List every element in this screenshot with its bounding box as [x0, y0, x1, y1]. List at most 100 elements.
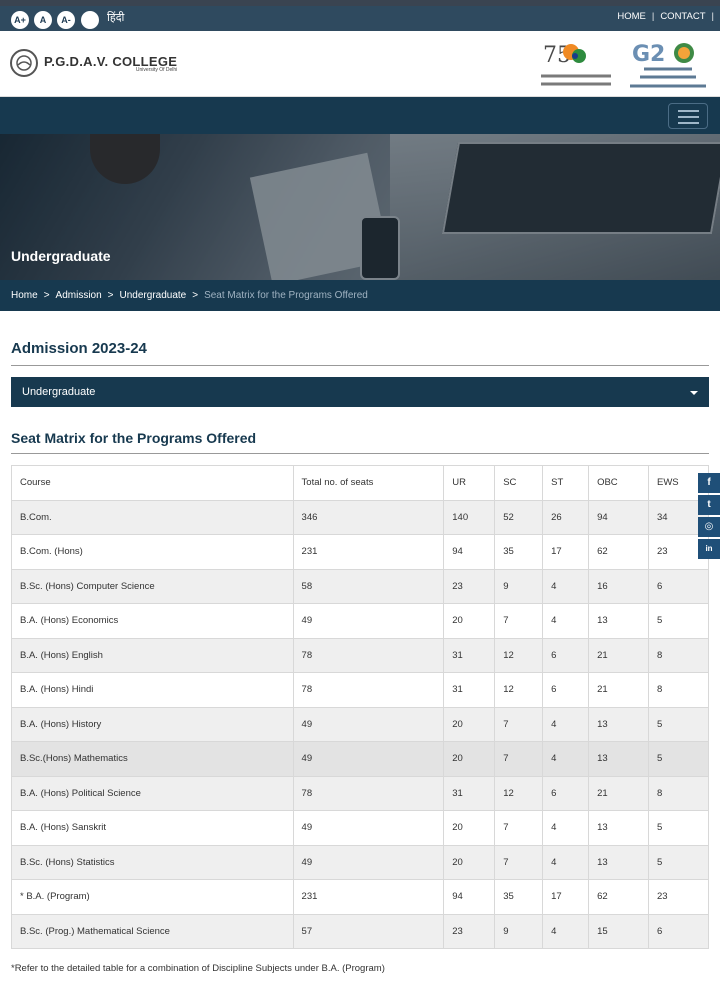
font-increase-button[interactable]: A+	[11, 11, 29, 29]
table-cell: 58	[292, 568, 445, 604]
table-cell: 12	[494, 775, 544, 811]
table-cell: 78	[292, 775, 445, 811]
twitter-button[interactable]: t	[698, 495, 720, 515]
table-cell: 49	[292, 706, 445, 742]
table-cell: 8	[648, 672, 709, 708]
page-banner: Undergraduate	[0, 134, 720, 280]
table-cell: 15	[588, 913, 649, 949]
table-row: B.Sc. (Prog.) Mathematical Science 57 23 9 4…	[11, 913, 709, 949]
table-cell: 4	[542, 844, 590, 880]
language-toggle[interactable]: हिंदी	[107, 10, 124, 25]
program-select[interactable]: Undergraduate	[11, 377, 709, 407]
table-cell: B.A. (Hons) History	[11, 706, 294, 742]
font-decrease-button[interactable]: A-	[57, 11, 75, 29]
table-row: B.A. (Hons) Economics 49 20 7 4 13 5	[11, 603, 709, 639]
column-header: OBC	[588, 465, 649, 501]
breadcrumb: Home > Admission > Undergraduate > Seat …	[0, 280, 720, 311]
table-cell: 4	[542, 568, 590, 604]
site-header: P.G.D.A.V. COLLEGE University Of Delhi 7…	[0, 31, 720, 97]
table-cell: 94	[588, 499, 649, 535]
table-cell: 26	[542, 499, 590, 535]
table-cell: 35	[494, 534, 544, 570]
table-cell: 31	[443, 637, 496, 673]
breadcrumb-separator: >	[107, 290, 114, 301]
table-cell: 5	[648, 603, 709, 639]
separator: |	[711, 11, 714, 22]
table-row: B.Sc. (Hons) Statistics 49 20 7 4 13 5	[11, 844, 709, 880]
table-cell: 5	[648, 706, 709, 742]
table-cell: 9	[494, 913, 544, 949]
table-cell: 20	[443, 706, 496, 742]
table-cell: 5	[648, 741, 709, 777]
column-header: Total no. of seats	[292, 465, 445, 501]
breadcrumb-undergraduate[interactable]: Undergraduate	[120, 290, 187, 301]
table-cell: 31	[443, 672, 496, 708]
footnote: *Refer to the detailed table for a combi…	[11, 963, 385, 974]
linkedin-icon: in	[705, 544, 713, 553]
table-cell: 12	[494, 637, 544, 673]
table-cell: 49	[292, 844, 445, 880]
table-cell: 17	[542, 879, 590, 915]
home-link[interactable]: HOME	[617, 11, 646, 22]
table-cell: 9	[494, 568, 544, 604]
table-cell: 7	[494, 603, 544, 639]
breadcrumb-admission[interactable]: Admission	[56, 290, 102, 301]
table-cell: 62	[588, 534, 649, 570]
contact-link[interactable]: CONTACT	[660, 11, 705, 22]
table-cell: 140	[443, 499, 496, 535]
table-row: B.A. (Hons) Sanskrit 49 20 7 4 13 5	[11, 810, 709, 846]
facebook-button[interactable]: f	[698, 473, 720, 493]
table-cell: 6	[648, 568, 709, 604]
instagram-button[interactable]: ◎	[698, 517, 720, 537]
table-cell: 49	[292, 741, 445, 777]
table-cell: B.A. (Hons) English	[11, 637, 294, 673]
table-cell: * B.A. (Program)	[11, 879, 294, 915]
table-cell: 20	[443, 603, 496, 639]
table-cell: 35	[494, 879, 544, 915]
table-cell: B.Sc. (Hons) Computer Science	[11, 568, 294, 604]
table-cell: 20	[443, 741, 496, 777]
table-cell: 7	[494, 706, 544, 742]
table-cell: 49	[292, 603, 445, 639]
table-cell: B.A. (Hons) Economics	[11, 603, 294, 639]
table-cell: 78	[292, 637, 445, 673]
divider	[11, 365, 709, 366]
column-header: ST	[542, 465, 590, 501]
table-cell: 7	[494, 741, 544, 777]
breadcrumb-separator: >	[43, 290, 50, 301]
font-normal-button[interactable]: A	[34, 11, 52, 29]
table-cell: 31	[443, 775, 496, 811]
separator: |	[651, 11, 655, 22]
table-cell: 6	[648, 913, 709, 949]
seat-matrix-table: Course Total no. of seats UR SC ST OBC E…	[11, 465, 709, 949]
main-navbar	[0, 97, 720, 134]
college-emblem-icon	[10, 49, 38, 77]
table-cell: 7	[494, 844, 544, 880]
table-row: B.A. (Hons) History 49 20 7 4 13 5	[11, 706, 709, 742]
table-cell: 20	[443, 844, 496, 880]
table-cell: 13	[588, 706, 649, 742]
table-cell: 8	[648, 775, 709, 811]
program-select-value: Undergraduate	[22, 386, 96, 398]
college-logo[interactable]: P.G.D.A.V. COLLEGE University Of Delhi	[10, 49, 177, 77]
menu-toggle-button[interactable]	[668, 103, 708, 129]
azadi-ka-amrit-mahotsav-logo-icon: 75	[539, 43, 613, 86]
table-cell: 4	[542, 741, 590, 777]
table-cell: B.A. (Hons) Political Science	[11, 775, 294, 811]
table-row: B.Sc. (Hons) Computer Science 58 23 9 4 16 6	[11, 568, 709, 604]
contrast-toggle-button[interactable]	[81, 11, 99, 29]
breadcrumb-home[interactable]: Home	[11, 290, 38, 301]
table-cell: 8	[648, 637, 709, 673]
table-cell: B.A. (Hons) Sanskrit	[11, 810, 294, 846]
table-cell: 23	[648, 879, 709, 915]
table-cell: 13	[588, 741, 649, 777]
instagram-icon: ◎	[704, 521, 714, 532]
table-cell: 5	[648, 844, 709, 880]
banner-title: Undergraduate	[11, 248, 111, 264]
table-cell: 17	[542, 534, 590, 570]
table-cell: 49	[292, 810, 445, 846]
table-cell: 13	[588, 844, 649, 880]
linkedin-button[interactable]: in	[698, 539, 720, 559]
hamburger-icon	[678, 122, 699, 124]
table-cell: B.Com. (Hons)	[11, 534, 294, 570]
